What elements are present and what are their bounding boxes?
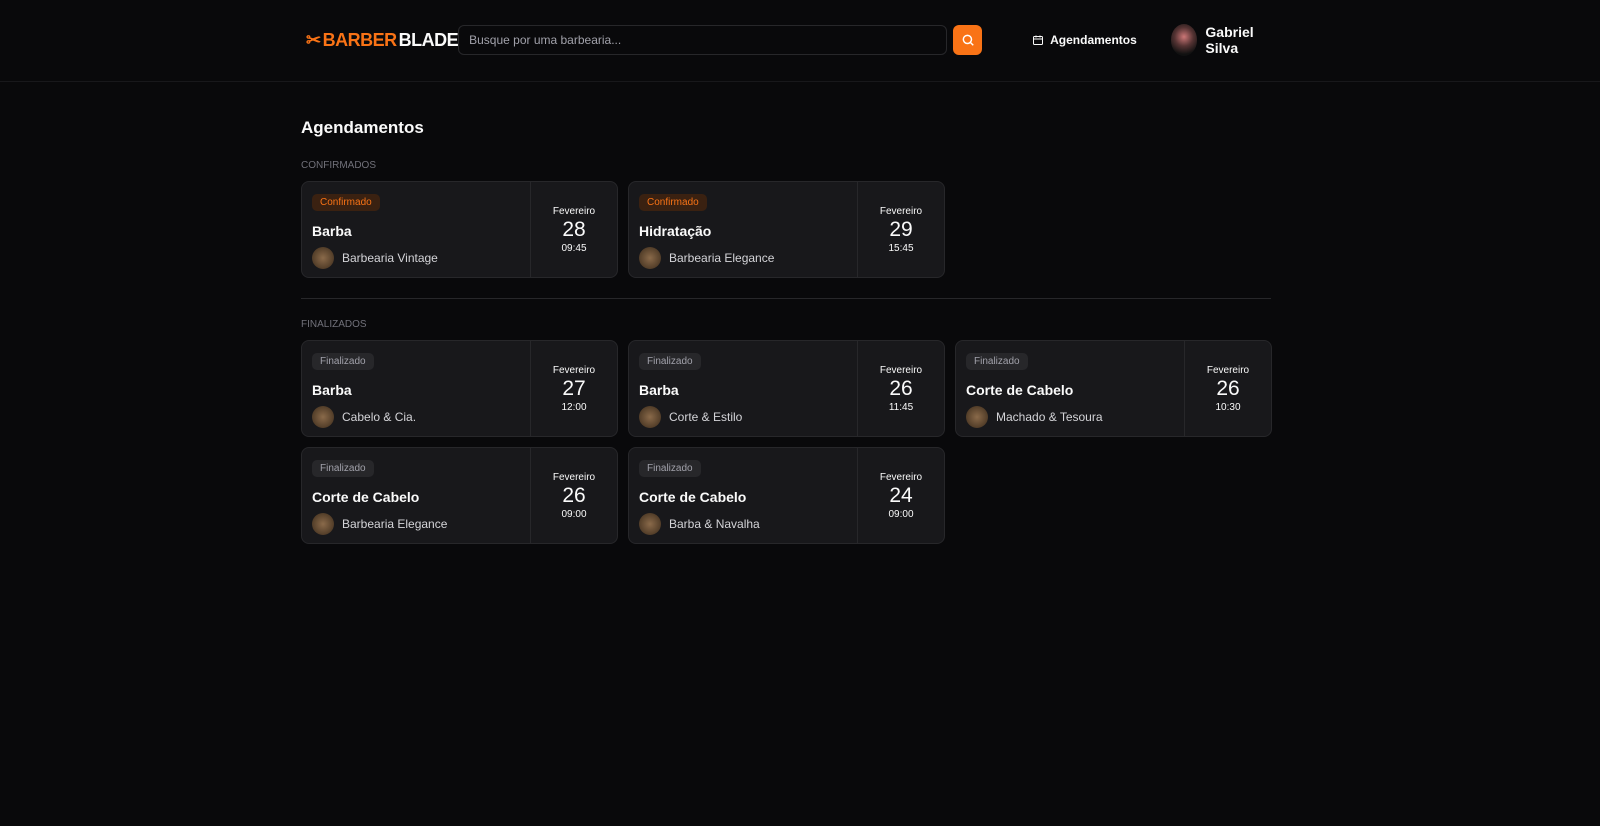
user-name: Gabriel Silva xyxy=(1205,24,1254,56)
section-confirmed-label: Confirmados xyxy=(301,160,376,171)
status-badge: Finalizado xyxy=(966,353,1028,370)
status-badge: Finalizado xyxy=(312,353,374,370)
booking-time: 12:00 xyxy=(561,401,587,413)
divider xyxy=(301,298,1271,299)
barbershop: Barbearia Elegance xyxy=(639,247,847,269)
service-name: Barba xyxy=(312,223,352,239)
nav-bookings[interactable]: Agendamentos xyxy=(1032,33,1137,47)
booking-time: 09:00 xyxy=(888,508,914,520)
booking-time: 09:45 xyxy=(561,242,587,254)
header: ✂ BARBER BLADE Agendamentos Gabriel Silv… xyxy=(0,0,1600,82)
booking-time: 11:45 xyxy=(888,401,914,413)
booking-card[interactable]: Finalizado Corte de Cabelo Barba & Naval… xyxy=(628,447,945,544)
booking-day: 26 xyxy=(1216,376,1240,400)
barbershop-name: Corte & Estilo xyxy=(669,410,743,424)
service-name: Corte de Cabelo xyxy=(966,382,1074,398)
booking-date: Fevereiro 26 11:45 xyxy=(858,341,944,436)
booking-card[interactable]: Finalizado Corte de Cabelo Machado & Tes… xyxy=(955,340,1272,437)
search-input[interactable] xyxy=(458,25,948,55)
booking-day: 24 xyxy=(889,483,913,507)
page-title: Agendamentos xyxy=(301,118,424,137)
search-button[interactable] xyxy=(953,25,983,55)
avatar xyxy=(1170,24,1198,56)
service-name: Hidratação xyxy=(639,223,712,239)
barbershop-avatar xyxy=(639,247,661,269)
booking-day: 28 xyxy=(562,217,586,241)
booking-date: Fevereiro 26 09:00 xyxy=(531,448,617,543)
booking-info: Confirmado Barba Barbearia Vintage xyxy=(302,182,531,277)
logo-text-left: BARBER xyxy=(322,29,398,50)
barbershop-name: Cabelo & Cia. xyxy=(342,410,417,424)
booking-card[interactable]: Finalizado Barba Corte & Estilo Fevereir… xyxy=(628,340,945,437)
barbershop: Cabelo & Cia. xyxy=(312,406,520,428)
barbershop-avatar xyxy=(639,406,661,428)
booking-info: Finalizado Corte de Cabelo Machado & Tes… xyxy=(956,341,1185,436)
booking-date: Fevereiro 29 15:45 xyxy=(858,182,944,277)
booking-month: Fevereiro xyxy=(879,205,923,217)
booking-card[interactable]: Confirmado Hidratação Barbearia Elegance… xyxy=(628,181,945,278)
barbershop-avatar xyxy=(312,513,334,535)
service-name: Barba xyxy=(312,382,352,398)
booking-info: Finalizado Corte de Cabelo Barbearia Ele… xyxy=(302,448,531,543)
logo-text-right: BLADE xyxy=(398,29,459,50)
booking-month: Fevereiro xyxy=(879,471,923,483)
search-form xyxy=(458,25,983,55)
status-badge: Finalizado xyxy=(312,460,374,477)
booking-time: 15:45 xyxy=(888,242,914,254)
service-name: Barba xyxy=(639,382,679,398)
barbershop-avatar xyxy=(312,406,334,428)
barbershop-avatar xyxy=(639,513,661,535)
booking-month: Fevereiro xyxy=(552,471,596,483)
booking-month: Fevereiro xyxy=(1206,364,1250,376)
booking-day: 26 xyxy=(889,376,913,400)
barbershop: Machado & Tesoura xyxy=(966,406,1174,428)
booking-day: 29 xyxy=(889,217,913,241)
search-icon xyxy=(962,34,974,46)
booking-date: Fevereiro 27 12:00 xyxy=(531,341,617,436)
section-finished-label: Finalizados xyxy=(301,319,367,330)
booking-date: Fevereiro 28 09:45 xyxy=(531,182,617,277)
booking-date: Fevereiro 24 09:00 xyxy=(858,448,944,543)
booking-info: Finalizado Barba Corte & Estilo xyxy=(629,341,858,436)
finished-list: Finalizado Barba Cabelo & Cia. Fevereiro… xyxy=(301,340,1272,544)
booking-card[interactable]: Confirmado Barba Barbearia Vintage Fever… xyxy=(301,181,618,278)
barbershop-name: Barbearia Elegance xyxy=(669,251,775,265)
scissors-icon: ✂ xyxy=(306,29,321,50)
status-badge: Confirmado xyxy=(639,194,707,211)
barbershop-name: Barbearia Elegance xyxy=(342,517,448,531)
booking-info: Finalizado Barba Cabelo & Cia. xyxy=(302,341,531,436)
barbershop: Corte & Estilo xyxy=(639,406,847,428)
booking-card[interactable]: Finalizado Barba Cabelo & Cia. Fevereiro… xyxy=(301,340,618,437)
booking-date: Fevereiro 26 10:30 xyxy=(1185,341,1271,436)
booking-day: 27 xyxy=(562,376,586,400)
booking-card[interactable]: Finalizado Corte de Cabelo Barbearia Ele… xyxy=(301,447,618,544)
barbershop: Barbearia Vintage xyxy=(312,247,520,269)
service-name: Corte de Cabelo xyxy=(312,489,420,505)
booking-time: 10:30 xyxy=(1215,401,1241,413)
barbershop-name: Machado & Tesoura xyxy=(996,410,1103,424)
calendar-icon xyxy=(1033,35,1044,45)
nav-bookings-label: Agendamentos xyxy=(1050,33,1137,47)
barbershop: Barba & Navalha xyxy=(639,513,847,535)
booking-info: Finalizado Corte de Cabelo Barba & Naval… xyxy=(629,448,858,543)
booking-time: 09:00 xyxy=(561,508,587,520)
booking-month: Fevereiro xyxy=(879,364,923,376)
barbershop-name: Barba & Navalha xyxy=(669,517,760,531)
confirmed-list: Confirmado Barba Barbearia Vintage Fever… xyxy=(301,181,1271,278)
barbershop-name: Barbearia Vintage xyxy=(342,251,438,265)
service-name: Corte de Cabelo xyxy=(639,489,747,505)
logo[interactable]: ✂ BARBER BLADE xyxy=(306,29,459,51)
barbershop-avatar xyxy=(966,406,988,428)
booking-info: Confirmado Hidratação Barbearia Elegance xyxy=(629,182,858,277)
booking-month: Fevereiro xyxy=(552,205,596,217)
booking-month: Fevereiro xyxy=(552,364,596,376)
user-menu[interactable]: Gabriel Silva xyxy=(1170,24,1276,56)
booking-day: 26 xyxy=(562,483,586,507)
status-badge: Confirmado xyxy=(312,194,380,211)
barbershop: Barbearia Elegance xyxy=(312,513,520,535)
status-badge: Finalizado xyxy=(639,460,701,477)
barbershop-avatar xyxy=(312,247,334,269)
status-badge: Finalizado xyxy=(639,353,701,370)
